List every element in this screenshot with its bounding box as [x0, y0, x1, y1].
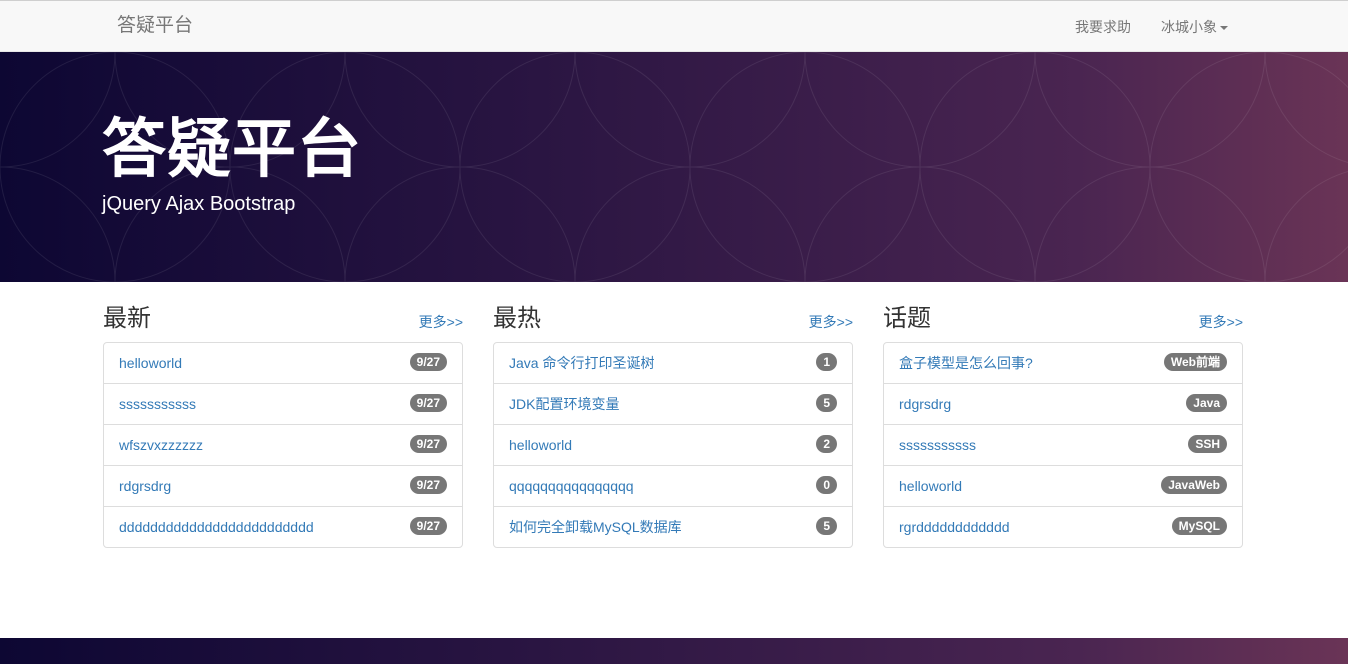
hero-title: 答疑平台	[102, 113, 362, 185]
list-item-link[interactable]: rdgrsdrg	[899, 396, 951, 412]
list-item-badge: 9/27	[409, 517, 447, 535]
list-item[interactable]: sssssssssss 9/27	[104, 383, 462, 424]
list-item-badge: 0	[816, 476, 837, 494]
list-item[interactable]: ddddddddddddddddddddddddd 9/27	[104, 506, 462, 547]
list-item[interactable]: 如何完全卸载MySQL数据库 5	[494, 506, 852, 547]
list-item-badge: 1	[816, 353, 837, 371]
list-item-link[interactable]: qqqqqqqqqqqqqqqq	[509, 478, 634, 494]
column-title: 话题	[883, 305, 931, 332]
list-item-badge: 9/27	[409, 353, 447, 371]
latest-column: 最新 更多>> helloworld 9/27 sssssssssss 9/27 w…	[103, 300, 463, 548]
list-item-badge: 9/27	[409, 394, 447, 412]
column-header: 话题 更多>>	[883, 300, 1243, 342]
topic-tag-badge: JavaWeb	[1161, 476, 1227, 494]
more-link[interactable]: 更多>>	[1199, 314, 1243, 330]
list-item-link[interactable]: 如何完全卸载MySQL数据库	[509, 519, 682, 535]
list-item-link[interactable]: rgrdddddddddddd	[899, 519, 1010, 535]
list-group: Java 命令行打印圣诞树 1 JDK配置环境变量 5 helloworld 2 qq…	[493, 342, 853, 548]
topics-column: 话题 更多>> 盒子模型是怎么回事? Web前端 rdgrsdrg Java sss…	[883, 300, 1243, 548]
user-menu-dropdown[interactable]: 冰城小象	[1161, 18, 1228, 36]
list-item[interactable]: helloworld 9/27	[104, 343, 462, 383]
topic-tag-badge: Web前端	[1163, 353, 1227, 371]
list-item[interactable]: JDK配置环境变量 5	[494, 383, 852, 424]
caret-down-icon	[1220, 26, 1228, 31]
column-header: 最新 更多>>	[103, 300, 463, 342]
list-item[interactable]: wfszvxzzzzzz 9/27	[104, 424, 462, 465]
list-item-badge: 9/27	[409, 476, 447, 494]
list-item-link[interactable]: helloworld	[509, 437, 572, 453]
list-item-link[interactable]: 盒子模型是怎么回事?	[899, 355, 1033, 371]
list-item[interactable]: qqqqqqqqqqqqqqqq 0	[494, 465, 852, 506]
list-item-badge: 9/27	[409, 435, 447, 453]
list-item[interactable]: rdgrsdrg Java	[884, 383, 1242, 424]
list-group: helloworld 9/27 sssssssssss 9/27 wfszvxzzz…	[103, 342, 463, 548]
column-title: 最新	[103, 305, 151, 332]
user-menu-label: 冰城小象	[1161, 19, 1217, 35]
hero-subtitle: jQuery Ajax Bootstrap	[102, 193, 296, 215]
topic-tag-badge: Java	[1186, 394, 1227, 412]
list-item-link[interactable]: wfszvxzzzzzz	[119, 437, 203, 453]
list-item[interactable]: rdgrsdrg 9/27	[104, 465, 462, 506]
list-item[interactable]: helloworld 2	[494, 424, 852, 465]
list-item-link[interactable]: Java 命令行打印圣诞树	[509, 355, 654, 371]
hottest-column: 最热 更多>> Java 命令行打印圣诞树 1 JDK配置环境变量 5 hellow…	[493, 300, 853, 548]
list-item[interactable]: sssssssssss SSH	[884, 424, 1242, 465]
column-title: 最热	[493, 305, 541, 332]
list-item-link[interactable]: ddddddddddddddddddddddddd	[119, 519, 314, 535]
topic-tag-badge: MySQL	[1171, 517, 1227, 535]
more-link[interactable]: 更多>>	[809, 314, 853, 330]
more-link[interactable]: 更多>>	[419, 314, 463, 330]
list-item[interactable]: helloworld JavaWeb	[884, 465, 1242, 506]
list-item-link[interactable]: helloworld	[119, 355, 182, 371]
column-header: 最热 更多>>	[493, 300, 853, 342]
list-item-badge: 2	[816, 435, 837, 453]
list-item-badge: 5	[816, 517, 837, 535]
list-item[interactable]: 盒子模型是怎么回事? Web前端	[884, 343, 1242, 383]
list-item-link[interactable]: rdgrsdrg	[119, 478, 171, 494]
list-group: 盒子模型是怎么回事? Web前端 rdgrsdrg Java sssssssssss…	[883, 342, 1243, 548]
list-item-badge: 5	[816, 394, 837, 412]
list-item-link[interactable]: helloworld	[899, 478, 962, 494]
help-request-link[interactable]: 我要求助	[1075, 18, 1131, 36]
topic-tag-badge: SSH	[1188, 435, 1227, 453]
navbar-brand[interactable]: 答疑平台	[117, 14, 193, 38]
list-item[interactable]: rgrdddddddddddd MySQL	[884, 506, 1242, 547]
footer-band	[0, 638, 1348, 664]
top-navbar: 答疑平台 我要求助 冰城小象	[0, 0, 1348, 52]
list-item[interactable]: Java 命令行打印圣诞树 1	[494, 343, 852, 383]
list-item-link[interactable]: sssssssssss	[899, 437, 976, 453]
hero-jumbotron: 答疑平台 jQuery Ajax Bootstrap	[0, 52, 1348, 282]
list-item-link[interactable]: JDK配置环境变量	[509, 396, 619, 412]
list-item-link[interactable]: sssssssssss	[119, 396, 196, 412]
